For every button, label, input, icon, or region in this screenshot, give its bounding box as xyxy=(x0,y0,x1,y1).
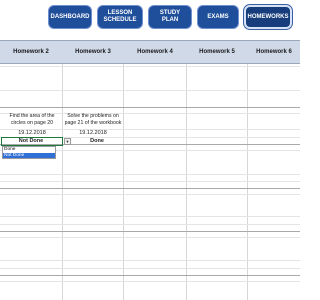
homeworks-button[interactable]: HOMEWORKS xyxy=(244,5,292,29)
row-divider xyxy=(0,66,300,67)
homework-2-date[interactable]: 19.12.2018 xyxy=(3,130,61,136)
dropdown-option-not-done[interactable]: Not Done xyxy=(3,152,55,158)
exams-label: EXAMS xyxy=(207,13,229,20)
row-divider xyxy=(0,188,300,189)
chevron-down-icon[interactable]: ▼ xyxy=(64,138,71,145)
homework-2-description[interactable]: Find the area of the circles on page 20 xyxy=(3,113,61,127)
row-divider xyxy=(0,281,300,282)
dashboard-label: DASHBOARD xyxy=(50,13,90,20)
row-divider xyxy=(0,231,300,232)
status-dropdown-list: Done Not Done xyxy=(2,146,56,159)
exams-button[interactable]: EXAMS xyxy=(197,5,239,29)
lesson-schedule-line2: SCHEDULE xyxy=(103,17,137,23)
row-divider xyxy=(0,181,300,182)
row-divider xyxy=(0,237,300,238)
table-header-row: Homework 2 Homework 3 Homework 4 Homewor… xyxy=(0,40,300,64)
row-divider xyxy=(0,90,300,91)
study-plan-line1: STUDY xyxy=(159,10,181,16)
homework-grid xyxy=(0,64,300,300)
header-homework-6: Homework 6 xyxy=(256,49,292,55)
row-divider xyxy=(0,174,300,175)
lesson-schedule-line1: LESSON xyxy=(107,10,133,16)
column-divider xyxy=(247,64,248,300)
dashboard-button[interactable]: DASHBOARD xyxy=(48,5,92,29)
column-divider xyxy=(62,64,63,300)
row-divider xyxy=(0,268,300,269)
row-divider xyxy=(0,275,300,276)
study-plan-line2: PLAN xyxy=(161,17,179,23)
column-divider xyxy=(123,64,124,300)
row-divider xyxy=(0,260,300,261)
column-divider xyxy=(186,64,187,300)
homeworks-label: HOMEWORKS xyxy=(247,13,289,20)
top-navigation: DASHBOARD LESSON SCHEDULE STUDY PLAN EXA… xyxy=(0,0,300,38)
row-divider xyxy=(0,107,300,108)
homework-3-date[interactable]: 19.12.2018 xyxy=(64,130,122,136)
row-divider xyxy=(0,216,300,217)
study-plan-button[interactable]: STUDY PLAN xyxy=(148,5,192,29)
homework-3-description[interactable]: Solve the problems on page 21 of the wor… xyxy=(64,113,122,127)
header-homework-4: Homework 4 xyxy=(137,49,173,55)
header-homework-2: Homework 2 xyxy=(13,49,49,55)
header-homework-5: Homework 5 xyxy=(199,49,235,55)
lesson-schedule-button[interactable]: LESSON SCHEDULE xyxy=(97,5,143,29)
row-divider xyxy=(0,194,300,195)
header-homework-3: Homework 3 xyxy=(75,49,111,55)
homework-3-status[interactable]: Done xyxy=(72,138,122,144)
study-plan-label: STUDY PLAN xyxy=(160,10,180,24)
lesson-schedule-label: LESSON SCHEDULE xyxy=(103,10,136,24)
row-divider xyxy=(0,224,300,225)
homework-2-status[interactable]: Not Done xyxy=(3,138,59,144)
